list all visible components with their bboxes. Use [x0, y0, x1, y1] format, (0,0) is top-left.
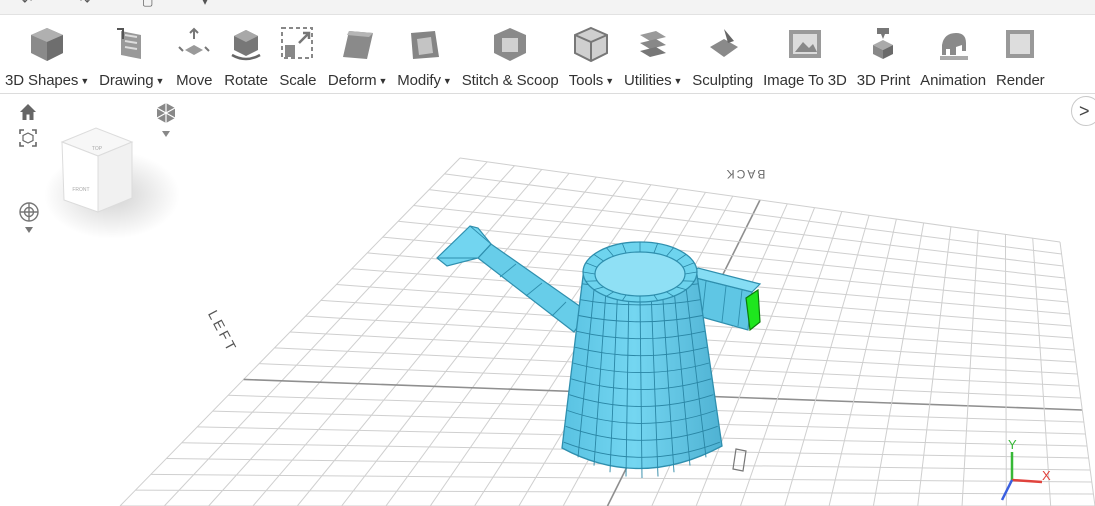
dropdown-arrow-icon: ▼ — [605, 76, 615, 86]
y-axis-label: Y — [1008, 437, 1017, 452]
toolbar-item-label: Animation — [920, 72, 986, 89]
spout[interactable] — [477, 243, 589, 333]
home-icon[interactable] — [18, 102, 38, 127]
toolbar-stitch-scoop-button[interactable]: Stitch & Scoop — [457, 15, 564, 89]
stitch-scoop-icon — [490, 21, 530, 67]
x-axis-label: X — [1042, 468, 1051, 483]
redo-icon[interactable]: ↷ — [80, 0, 94, 8]
main-toolbar: 3D Shapes ▼ Drawing ▼ Move Rotate Scale Deform ▼… — [0, 15, 1095, 94]
render-icon — [1000, 21, 1040, 67]
toolbar-item-label: Tools ▼ — [568, 72, 615, 89]
toolbar-3d-print-button[interactable]: 3D Print — [852, 15, 915, 89]
camera-orbit-icon[interactable] — [152, 100, 180, 145]
toolbar-tools-button[interactable]: Tools ▼ — [564, 15, 619, 89]
toolbar-utilities-button[interactable]: Utilities ▼ — [619, 15, 687, 89]
watering-can-model[interactable] — [436, 225, 762, 479]
perspective-icon[interactable] — [17, 201, 41, 240]
modify-icon — [404, 21, 444, 67]
save-icon[interactable]: ▢ — [142, 0, 156, 8]
toolbar-item-label: 3D Print — [856, 72, 911, 89]
toolbar-item-label: Render — [995, 72, 1045, 89]
scale-icon — [278, 21, 318, 67]
toolbar-animation-button[interactable]: Animation — [915, 15, 991, 89]
toolbar-item-label: Drawing ▼ — [99, 72, 165, 89]
dropdown-arrow-icon: ▼ — [378, 76, 388, 86]
move-icon — [174, 21, 214, 67]
scene[interactable]: BACK LEFT Y X TOP FRONT — [0, 94, 1095, 506]
toolbar-image-to-3d-button[interactable]: Image To 3D — [758, 15, 852, 89]
animation-icon — [933, 21, 973, 67]
toolbar-item-label: Modify ▼ — [397, 72, 452, 89]
toolbar-item-label: Stitch & Scoop — [461, 72, 559, 89]
toolbar-item-label: Sculpting — [692, 72, 754, 89]
toolbar-item-label: 3D Shapes ▼ — [5, 72, 90, 89]
toolbar-deform-button[interactable]: Deform ▼ — [323, 15, 392, 89]
undo-icon[interactable]: ↶ — [22, 0, 36, 8]
deform-icon — [338, 21, 378, 67]
toolbar-rotate-button[interactable]: Rotate — [219, 15, 273, 89]
toolbar-item-label: Move — [176, 72, 213, 89]
title-bar: ↶ ↷ ▢ ▾ — [0, 0, 1095, 15]
3d-print-icon — [863, 21, 903, 67]
toolbar-drawing-button[interactable]: Drawing ▼ — [94, 15, 169, 89]
toolbar-sculpting-button[interactable]: Sculpting — [687, 15, 758, 89]
expand-panel-button[interactable]: > — [1071, 96, 1095, 126]
export-icon[interactable]: ▾ — [202, 0, 216, 8]
viewcube-front-label: FRONT — [72, 187, 89, 193]
drawing-icon — [112, 21, 152, 67]
dropdown-arrow-icon: ▼ — [155, 76, 165, 86]
toolbar-render-button[interactable]: Render — [991, 15, 1050, 89]
3d-viewport[interactable]: BACK LEFT Y X TOP FRONT > — [0, 94, 1095, 506]
dropdown-arrow-icon: ▼ — [673, 76, 683, 86]
viewcube-top-label: TOP — [92, 146, 103, 152]
dropdown-arrow-icon: ▼ — [80, 76, 90, 86]
cube-icon — [27, 21, 67, 67]
toolbar-cube-button[interactable]: 3D Shapes ▼ — [0, 15, 94, 89]
utilities-icon — [633, 21, 673, 67]
left-label: LEFT — [205, 307, 241, 355]
toolbar-modify-button[interactable]: Modify ▼ — [392, 15, 456, 89]
chevron-right-icon: > — [1079, 100, 1090, 121]
back-label: BACK — [725, 167, 766, 181]
toolbar-scale-button[interactable]: Scale — [273, 15, 323, 89]
image-to-3d-icon — [785, 21, 825, 67]
dropdown-arrow-icon: ▼ — [442, 76, 452, 86]
tools-icon — [571, 21, 611, 67]
toolbar-item-label: Scale — [279, 72, 317, 89]
toolbar-item-label: Rotate — [224, 72, 268, 89]
rotate-icon — [226, 21, 266, 67]
toolbar-item-label: Deform ▼ — [327, 72, 388, 89]
toolbar-item-label: Image To 3D — [763, 72, 847, 89]
toolbar-item-label: Utilities ▼ — [624, 72, 683, 89]
fit-view-icon[interactable] — [18, 128, 38, 153]
sculpting-icon — [703, 21, 743, 67]
toolbar-move-button[interactable]: Move — [169, 15, 219, 89]
